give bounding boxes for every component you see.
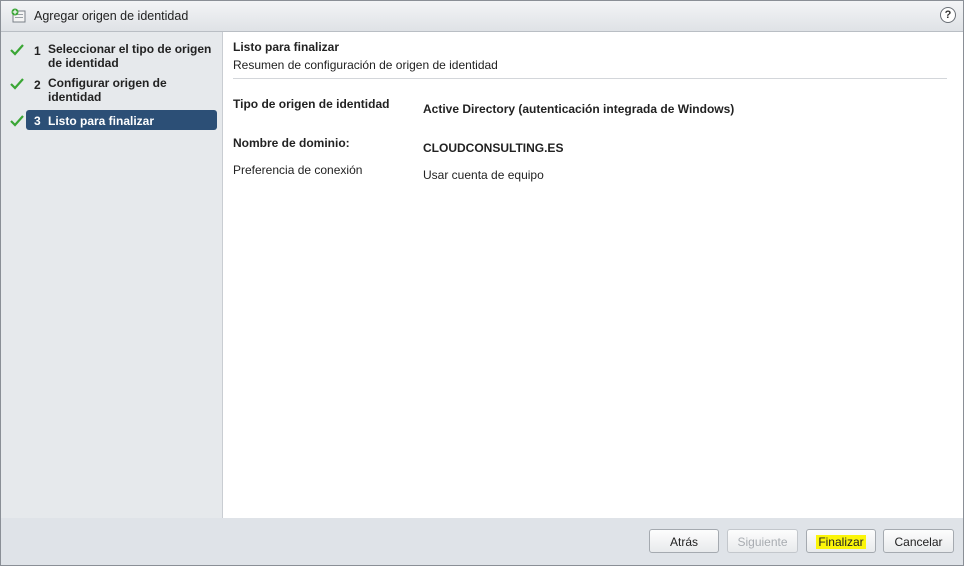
check-icon [10,44,24,56]
check-icon [10,115,24,127]
identity-source-type-value: Active Directory (autenticación integrad… [423,102,735,116]
page-heading: Listo para finalizar [233,40,340,54]
domain-name-label: Nombre de dominio: [233,136,350,150]
add-identity-source-dialog: Agregar origen de identidad ? 1 Seleccio… [0,0,964,566]
dialog-title: Agregar origen de identidad [34,9,189,23]
dialog-footer: Atrás Siguiente Finalizar Cancelar [1,518,963,565]
wizard-steps-sidebar: 1 Seleccionar el tipo de origen de ident… [1,32,223,518]
finish-button[interactable]: Finalizar [806,529,876,553]
finish-button-label: Finalizar [816,535,866,549]
help-icon[interactable]: ? [940,7,956,23]
step-label: Configurar origen de identidad [48,76,167,104]
step-number: 1 [34,44,41,58]
step-label: Listo para finalizar [48,114,155,128]
check-icon [10,78,24,90]
divider [233,78,947,79]
connection-preference-value: Usar cuenta de equipo [423,168,544,182]
dialog-titlebar: Agregar origen de identidad ? [1,1,963,32]
step-label: Seleccionar el tipo de origen de identid… [48,42,212,70]
cancel-button[interactable]: Cancelar [883,529,954,553]
step-number: 2 [34,78,41,92]
domain-name-value: CLOUDCONSULTING.ES [423,141,564,155]
back-button[interactable]: Atrás [649,529,719,553]
summary-panel: Listo para finalizar Resumen de configur… [223,32,963,518]
next-button[interactable]: Siguiente [727,529,798,553]
step-number: 3 [34,114,41,128]
page-subheading: Resumen de configuración de origen de id… [233,58,498,72]
add-identity-source-icon [11,8,26,23]
identity-source-type-label: Tipo de origen de identidad [233,97,390,111]
connection-preference-label: Preferencia de conexión [233,163,363,177]
